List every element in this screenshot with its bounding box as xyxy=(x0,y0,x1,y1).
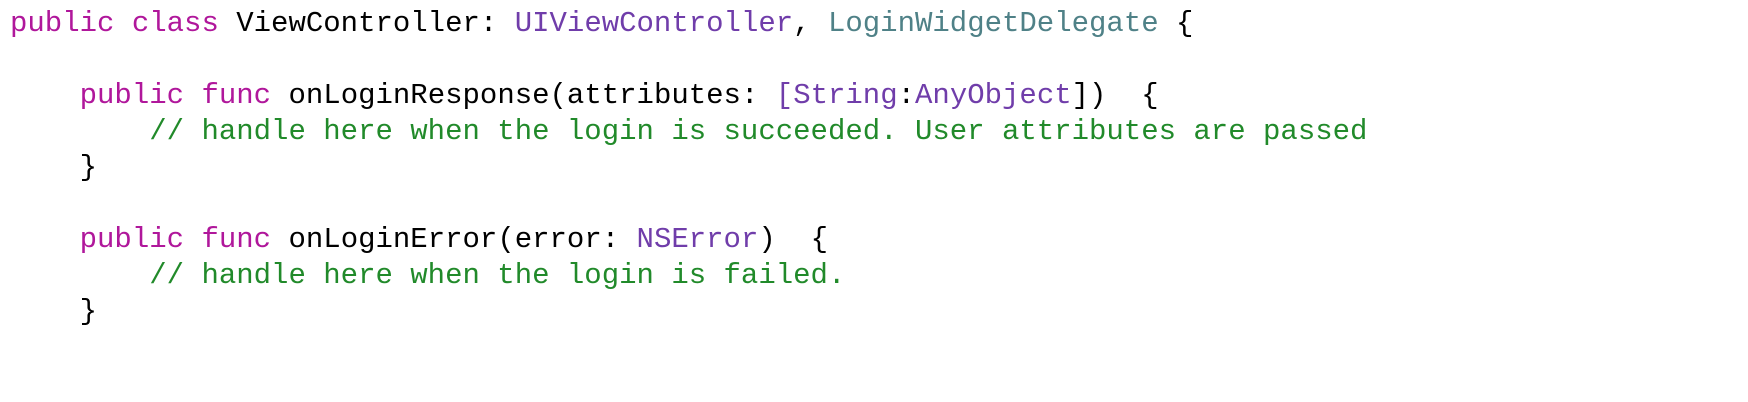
type-token: AnyObject xyxy=(915,79,1072,112)
comment-token: // handle here when the login is failed. xyxy=(149,259,846,292)
punctuation-token: : xyxy=(479,7,498,40)
punctuation-token: : xyxy=(897,79,916,112)
comment-token: // handle here when the login is succeed… xyxy=(149,115,1368,148)
brace-token: } xyxy=(79,295,98,328)
punctuation-token: ) xyxy=(758,223,776,256)
type-token: String xyxy=(793,79,898,112)
keyword-token: func xyxy=(201,79,272,112)
code-line-4: // handle here when the login is succeed… xyxy=(10,114,1367,150)
type-token: NSError xyxy=(636,223,759,256)
keyword-token: public xyxy=(79,79,185,112)
code-line-3: public func onLoginResponse(attributes: … xyxy=(10,78,1367,114)
keyword-token: public xyxy=(79,223,185,256)
code-line-5: } xyxy=(10,150,1367,186)
punctuation-token: [ xyxy=(775,79,794,112)
keyword-token: class xyxy=(131,7,219,40)
protocol-token: LoginWidgetDelegate xyxy=(827,7,1159,40)
brace-token: { xyxy=(1176,7,1194,40)
function-signature-token: onLoginError(error: xyxy=(288,223,620,256)
code-line-7: public func onLoginError(error: NSError)… xyxy=(10,222,1367,258)
keyword-token: public xyxy=(10,7,115,40)
punctuation-token: , xyxy=(793,7,811,40)
function-signature-token: onLoginResponse(attributes: xyxy=(288,79,759,112)
punctuation-token: ]) xyxy=(1071,79,1107,112)
brace-token: { xyxy=(1141,79,1159,112)
code-line-1: public class ViewController: UIViewContr… xyxy=(10,6,1367,42)
brace-token: } xyxy=(79,151,98,184)
superclass-token: UIViewController xyxy=(514,7,794,40)
code-line-9: } xyxy=(10,294,1367,330)
code-block: public class ViewController: UIViewContr… xyxy=(10,6,1367,330)
class-name-token: ViewController xyxy=(236,7,480,40)
brace-token: { xyxy=(810,223,828,256)
code-line-8: // handle here when the login is failed. xyxy=(10,258,1367,294)
keyword-token: func xyxy=(201,223,272,256)
